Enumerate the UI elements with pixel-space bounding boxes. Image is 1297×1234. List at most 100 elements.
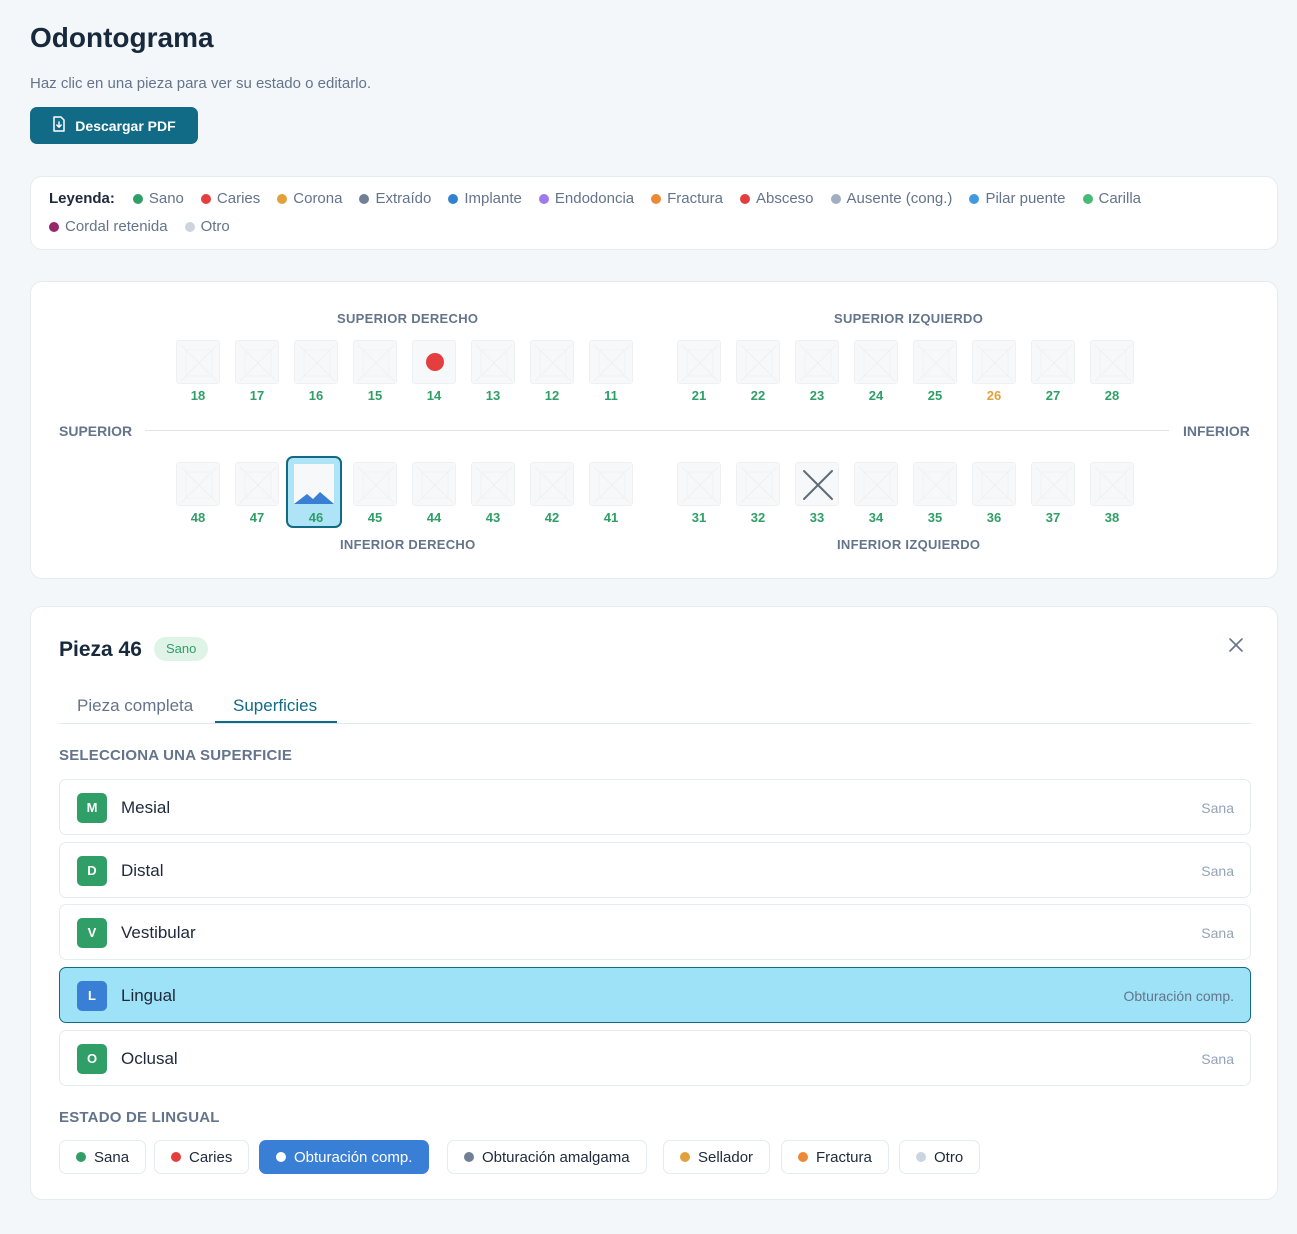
tooth-11[interactable] — [589, 340, 633, 384]
tooth-21[interactable] — [677, 340, 721, 384]
surface-key-badge: D — [77, 856, 107, 886]
tabs-divider — [59, 723, 1251, 724]
tooth-37[interactable] — [1031, 462, 1075, 506]
tooth-number: 31 — [691, 510, 707, 525]
legend-item: Absceso — [739, 190, 814, 207]
tooth-number: 22 — [750, 388, 766, 403]
legend-title: Leyenda: — [49, 190, 115, 207]
status-badge: Sano — [154, 637, 209, 661]
tooth-15[interactable] — [353, 340, 397, 384]
surface-state: Sana — [1201, 863, 1234, 879]
state-button-obturacion-comp[interactable]: Obturación comp. — [259, 1140, 430, 1174]
tooth-number: 26 — [986, 388, 1002, 403]
surface-state: Sana — [1201, 1051, 1234, 1067]
tooth-14[interactable] — [412, 340, 456, 384]
legend-item: Sano — [132, 190, 184, 207]
state-button-obturacion-amalgama[interactable]: Obturación amalgama — [447, 1140, 647, 1174]
close-icon[interactable] — [1229, 638, 1243, 657]
legend-item: Ausente (cong.) — [830, 190, 952, 207]
tooth-number: 34 — [868, 510, 884, 525]
surface-row-distal[interactable]: D Distal Sana — [59, 842, 1251, 898]
tooth-number: 37 — [1045, 510, 1061, 525]
surface-name: Vestibular — [121, 923, 196, 942]
tooth-number: 48 — [190, 510, 206, 525]
tooth-35[interactable] — [913, 462, 957, 506]
tooth-17[interactable] — [235, 340, 279, 384]
upper-side-label: SUPERIOR — [59, 423, 133, 439]
state-button-otro[interactable]: Otro — [899, 1140, 981, 1174]
quadrant-label-upper-left: SUPERIOR IZQUIERDO — [834, 311, 984, 326]
legend-item: Cordal retenida — [49, 218, 168, 235]
surface-key-badge: V — [77, 918, 107, 948]
state-button-sana[interactable]: Sana — [59, 1140, 147, 1174]
tooth-26[interactable] — [972, 340, 1016, 384]
tooth-24[interactable] — [854, 340, 898, 384]
tooth-number: 23 — [809, 388, 825, 403]
pdf-file-icon — [52, 116, 66, 135]
tooth-38[interactable] — [1090, 462, 1134, 506]
state-button-caries[interactable]: Caries — [154, 1140, 250, 1174]
tooth-43[interactable] — [471, 462, 515, 506]
tooth-detail-panel: Pieza 46 Sano Pieza completa Superficies… — [30, 606, 1278, 1200]
tooth-number: 43 — [485, 510, 501, 525]
tooth-33[interactable] — [795, 462, 839, 506]
active-tab-indicator — [215, 721, 337, 723]
tooth-28[interactable] — [1090, 340, 1134, 384]
tooth-36[interactable] — [972, 462, 1016, 506]
quadrant-label-lower-left: INFERIOR IZQUIERDO — [837, 537, 981, 552]
surface-name: Mesial — [121, 798, 171, 817]
download-pdf-button[interactable]: Descargar PDF — [30, 107, 198, 144]
tooth-number: 45 — [367, 510, 383, 525]
tooth-47[interactable] — [235, 462, 279, 506]
tooth-13[interactable] — [471, 340, 515, 384]
tooth-12[interactable] — [530, 340, 574, 384]
legend-item: Carilla — [1082, 190, 1141, 207]
legend-item: Endodoncia — [538, 190, 634, 207]
tooth-25[interactable] — [913, 340, 957, 384]
state-button-sellador[interactable]: Sellador — [663, 1140, 771, 1174]
tab-pieza-completa[interactable]: Pieza completa — [77, 696, 193, 716]
tooth-number: 36 — [986, 510, 1002, 525]
legend-item: Pilar puente — [969, 190, 1066, 207]
state-button-fractura[interactable]: Fractura — [781, 1140, 889, 1174]
surface-row-mesial[interactable]: M Mesial Sana — [59, 779, 1251, 835]
tooth-45[interactable] — [353, 462, 397, 506]
select-surface-label: SELECCIONA UNA SUPERFICIE — [59, 747, 293, 764]
tooth-number: 21 — [691, 388, 707, 403]
tooth-31[interactable] — [677, 462, 721, 506]
tooth-number: 46 — [308, 510, 324, 525]
lower-side-label: INFERIOR — [1183, 423, 1250, 439]
tooth-41[interactable] — [589, 462, 633, 506]
page-title: Odontograma — [30, 22, 214, 53]
tooth-18[interactable] — [176, 340, 220, 384]
tooth-number: 13 — [485, 388, 501, 403]
tooth-number: 15 — [367, 388, 383, 403]
surface-row-vestibular[interactable]: V Vestibular Sana — [59, 904, 1251, 960]
legend-row-2: Cordal retenida Otro — [49, 218, 247, 235]
tooth-number: 11 — [604, 388, 618, 403]
odontogram-chart: SUPERIOR DERECHO SUPERIOR IZQUIERDO SUPE… — [30, 281, 1278, 579]
page-subtitle: Haz clic en una pieza para ver su estado… — [30, 75, 372, 92]
tooth-44[interactable] — [412, 462, 456, 506]
tab-superficies[interactable]: Superficies — [233, 696, 317, 716]
surface-row-lingual[interactable]: L Lingual Obturación comp. — [59, 967, 1251, 1023]
surface-name: Lingual — [121, 986, 176, 1005]
tooth-16[interactable] — [294, 340, 338, 384]
tooth-number: 47 — [249, 510, 265, 525]
tooth-22[interactable] — [736, 340, 780, 384]
surface-row-oclusal[interactable]: O Oclusal Sana — [59, 1030, 1251, 1086]
surface-state: Sana — [1201, 925, 1234, 941]
tooth-34[interactable] — [854, 462, 898, 506]
tooth-48[interactable] — [176, 462, 220, 506]
tooth-32[interactable] — [736, 462, 780, 506]
tooth-27[interactable] — [1031, 340, 1075, 384]
surface-name: Distal — [121, 861, 164, 880]
surface-key-badge: O — [77, 1044, 107, 1074]
tooth-number: 33 — [809, 510, 825, 525]
tooth-42[interactable] — [530, 462, 574, 506]
tooth-number: 12 — [544, 388, 560, 403]
tooth-23[interactable] — [795, 340, 839, 384]
surface-key-badge: L — [77, 981, 107, 1011]
tooth-number: 17 — [249, 388, 265, 403]
legend-item: Otro — [184, 218, 230, 235]
